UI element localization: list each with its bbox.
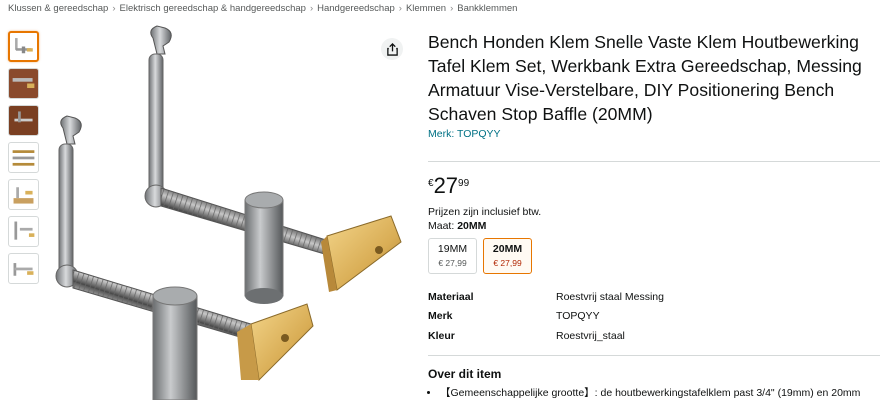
price-fraction: 99 [458, 178, 470, 189]
breadcrumb-item-4[interactable]: Klemmen [406, 3, 446, 14]
breadcrumb-item-5[interactable]: Bankklemmen [457, 3, 517, 14]
spec-key: Merk [428, 310, 453, 323]
about-bullets: 【Gemeenschappelijke grootte】: de houtbew… [428, 387, 883, 400]
size-label-text: Maat: [428, 220, 455, 232]
share-button[interactable] [381, 38, 403, 60]
spec-row: Kleur Roestvrij_staal [428, 326, 880, 346]
spec-row: Materiaal Roestvrij staal Messing [428, 287, 880, 307]
size-option-19mm[interactable]: 19MM € 27,99 [428, 238, 477, 274]
spec-value: Roestvrij staal Messing [556, 290, 664, 303]
product-title: Bench Honden Klem Snelle Vaste Klem Hout… [428, 32, 862, 124]
product-main-image[interactable] [45, 20, 415, 400]
size-option-20mm[interactable]: 20MM € 27,99 [483, 238, 532, 274]
vat-note: Prijzen zijn inclusief btw. [428, 206, 542, 218]
product-details: Bench Honden Klem Snelle Vaste Klem Hout… [428, 30, 883, 400]
spec-key: Materiaal [428, 290, 474, 303]
bench-clamp-image [55, 25, 402, 400]
thumbnail-4[interactable] [8, 142, 39, 173]
size-label: Maat: 20MM [428, 220, 880, 232]
thumbnail-1[interactable] [8, 31, 39, 62]
spec-key: Kleur [428, 329, 455, 342]
size-options: 19MM € 27,99 20MM € 27,99 [428, 238, 880, 274]
size-option-name: 19MM [437, 243, 468, 255]
divider [428, 354, 880, 356]
about-bullet: 【Gemeenschappelijke grootte】: de houtbew… [440, 387, 883, 400]
size-option-name: 20MM [492, 243, 523, 255]
breadcrumb-separator: › [398, 3, 402, 14]
spec-row: Merk TOPQYY [428, 307, 880, 327]
breadcrumb-separator: › [309, 3, 314, 14]
thumbnail-strip [8, 31, 40, 290]
thumbnail-3[interactable] [8, 105, 39, 136]
spec-value: Roestvrij_staal [556, 329, 625, 342]
price: € 27 99 [428, 175, 880, 197]
breadcrumb-item-2[interactable]: Elektrisch gereedschap & handgereedschap [120, 3, 306, 14]
breadcrumb-item-1[interactable]: Klussen & gereedschap [8, 3, 108, 14]
breadcrumb-separator: › [112, 3, 116, 14]
divider [428, 161, 880, 162]
size-selected-value: 20MM [457, 220, 487, 232]
size-option-price: € 27,99 [438, 258, 467, 268]
thumbnail-5[interactable] [8, 179, 39, 210]
thumbnail-6[interactable] [8, 216, 39, 247]
thumbnail-7[interactable] [8, 253, 39, 284]
price-whole: 27 [433, 173, 459, 198]
breadcrumb-item-3[interactable]: Handgereedschap [317, 3, 395, 14]
share-icon [386, 42, 398, 56]
size-option-price: € 27,99 [493, 258, 522, 268]
spec-table: Materiaal Roestvrij staal Messing Merk T… [428, 287, 880, 346]
breadcrumb: Klussen & gereedschap › Elektrisch gereeds… [8, 3, 517, 14]
spec-value: TOPQYY [556, 310, 600, 323]
about-heading: Over dit item [428, 366, 502, 381]
brand-link[interactable]: Merk: TOPQYY [428, 128, 880, 140]
thumbnail-2[interactable] [8, 68, 39, 99]
breadcrumb-separator: › [450, 3, 454, 14]
